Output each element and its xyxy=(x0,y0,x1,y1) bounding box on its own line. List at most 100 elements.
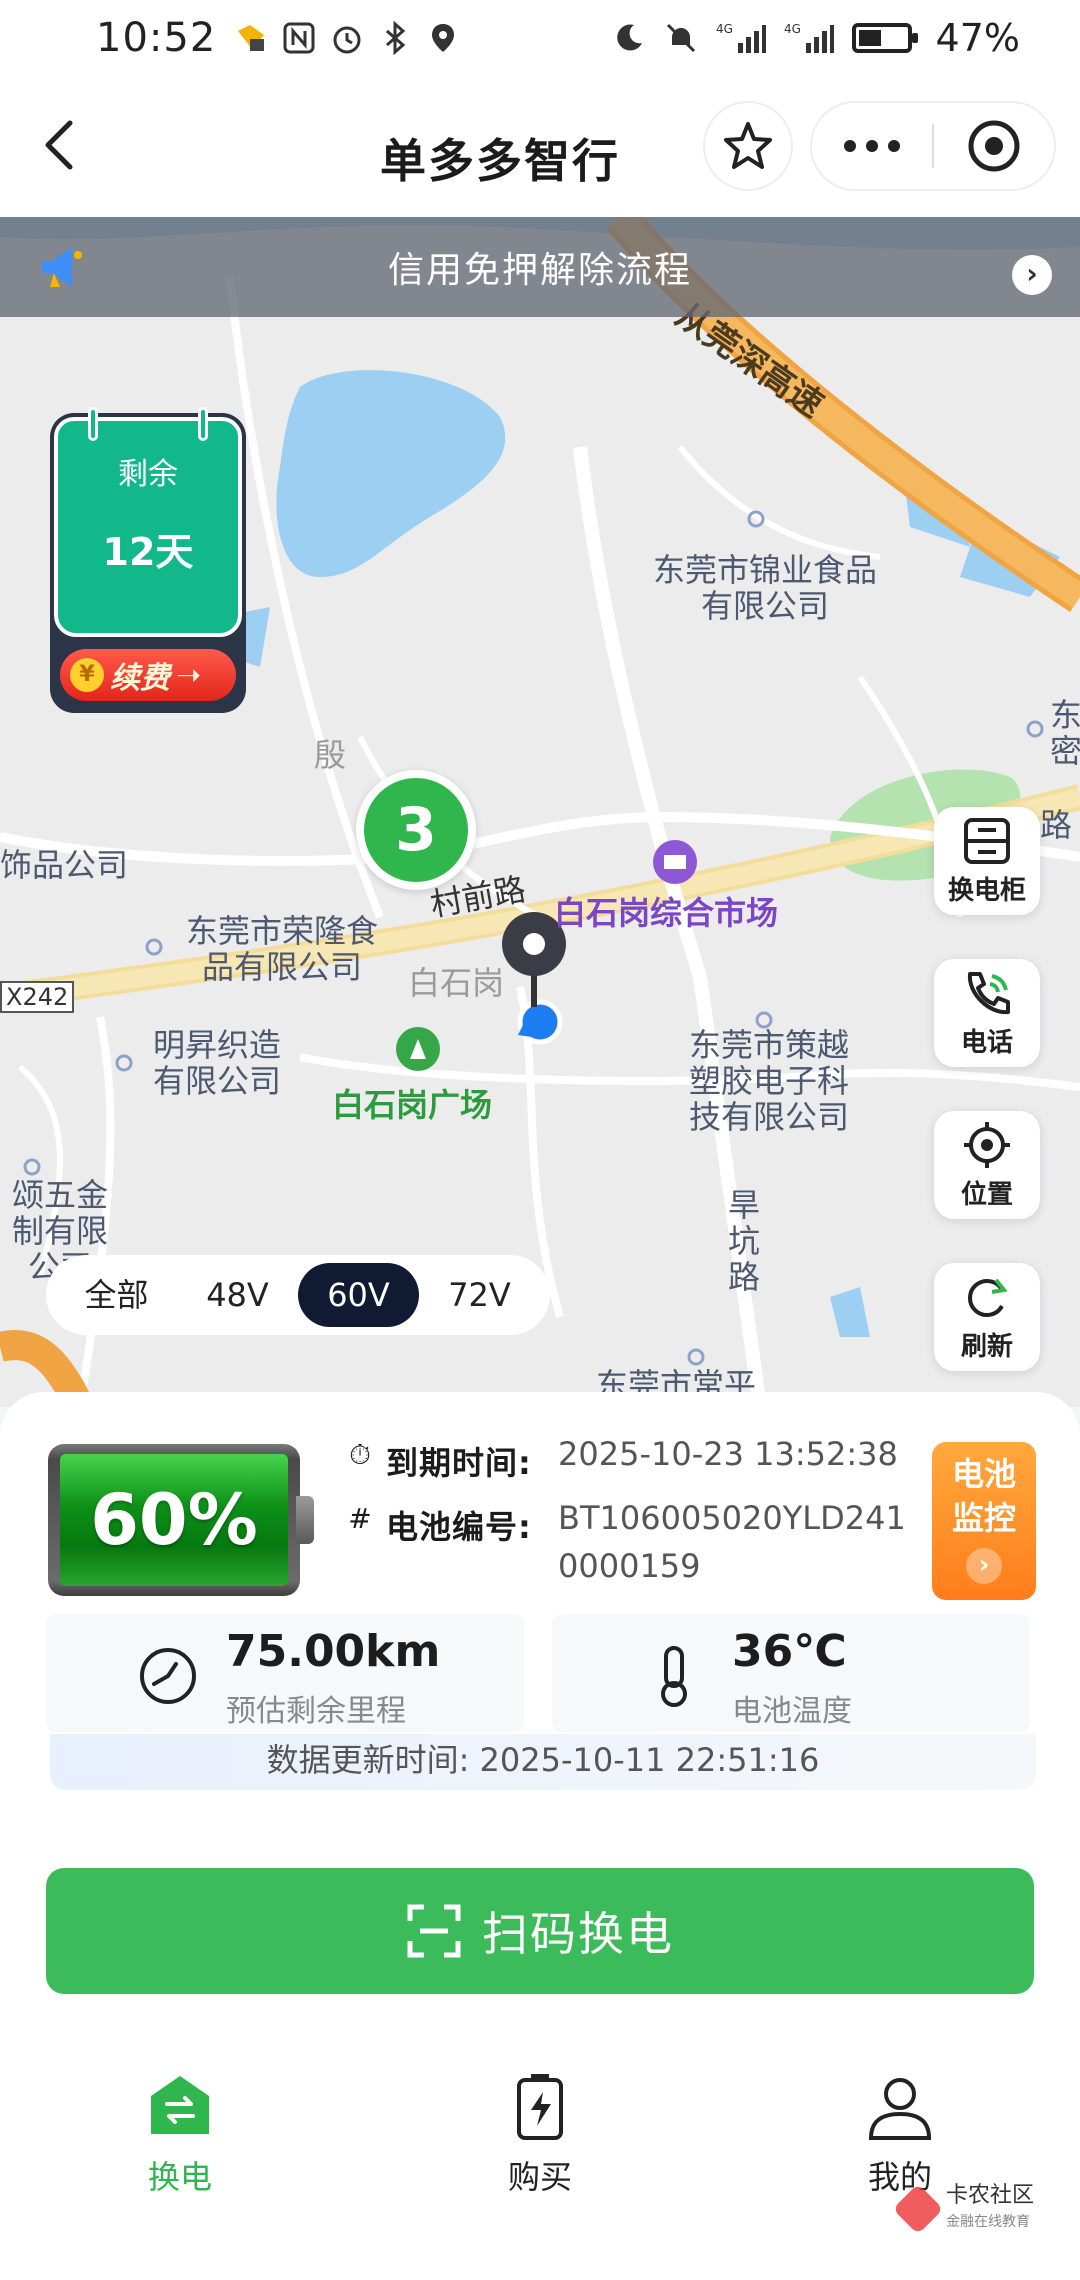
tab-buy-label: 购买 xyxy=(507,2158,572,2196)
star-icon xyxy=(724,122,772,169)
bottom-tab-bar: 换电 购买 我的 xyxy=(0,2072,1080,2280)
remaining-days-card[interactable]: 剩余 12天 ¥ 续费 ➝ xyxy=(50,407,246,713)
serial-value: BT106005020YLD2410000159 xyxy=(558,1499,906,1585)
locate-button[interactable]: 位置 xyxy=(934,1111,1040,1219)
mini-program-capsule xyxy=(810,101,1056,191)
status-right-icons: 4G 4G 47% xyxy=(612,16,1020,60)
location-pin-icon xyxy=(432,23,455,52)
arrow-icon: ➝ xyxy=(176,657,202,693)
hash-icon: # xyxy=(348,1502,372,1535)
bluetooth-icon xyxy=(386,20,406,55)
swap-icon xyxy=(151,2076,209,2134)
range-value: 75.00km xyxy=(226,1626,441,1677)
renew-button[interactable]: ¥ 续费 ➝ xyxy=(60,649,236,701)
filter-60v[interactable]: 60V xyxy=(298,1263,419,1327)
map-label-market: 白石岗综合市场 xyxy=(554,894,779,932)
battery-info-sheet: 60% ⏱ 到期时间: 2025-10-23 13:52:38 # 电池编号: … xyxy=(0,1392,1080,2280)
scan-swap-button[interactable]: 扫码换电 xyxy=(46,1868,1034,1994)
cabinet-icon xyxy=(964,817,1010,864)
calendar-icon: 剩余 12天 xyxy=(54,407,242,637)
map-label-ronglong: 东莞市荣隆食品有限公司 xyxy=(185,912,378,986)
expire-row: ⏱ 到期时间: 2025-10-23 13:52:38 xyxy=(344,1435,918,1484)
speedometer-icon xyxy=(140,1648,196,1704)
battery-percent-display: 60% xyxy=(60,1454,288,1586)
monitor-label-2: 监控 xyxy=(951,1499,1016,1537)
scan-swap-label: 扫码换电 xyxy=(482,1907,674,1961)
target-icon xyxy=(968,120,1020,172)
status-bar: 10:52 4G 4G 47% xyxy=(0,0,1080,75)
coin-icon: ¥ xyxy=(70,658,104,692)
more-icon xyxy=(844,140,900,152)
phone-label: 电话 xyxy=(960,1027,1013,1058)
mute-icon xyxy=(666,23,695,52)
svg-text:4G: 4G xyxy=(784,22,801,36)
map-label-ceyue: 东莞市策越塑胶电子科技有限公司 xyxy=(688,1026,849,1136)
alarm-icon xyxy=(333,26,361,53)
temperature-value: 36℃ xyxy=(732,1626,847,1677)
locate-label: 位置 xyxy=(960,1179,1013,1210)
battery-bolt-icon xyxy=(517,2074,563,2140)
chevron-right-icon: › xyxy=(966,1548,1002,1584)
calendar-ring-left xyxy=(88,407,98,441)
watermark-text: 卡农社区 金融在线教育 xyxy=(946,2184,1034,2234)
tab-swap[interactable]: 换电 xyxy=(100,2072,260,2198)
phone-button[interactable]: 电话 xyxy=(934,959,1040,1067)
battery-level-graphic: 60% xyxy=(48,1444,314,1596)
expire-label: 到期时间: xyxy=(386,1444,532,1482)
battery-tip xyxy=(296,1496,314,1544)
watermark-title: 卡农社区 xyxy=(946,2183,1035,2208)
data-updated-time: 数据更新时间: 2025-10-11 22:51:16 xyxy=(50,1734,1036,1790)
map-label-dong-partial: 东密 xyxy=(1050,696,1080,770)
more-button[interactable] xyxy=(812,103,932,189)
refresh-icon xyxy=(968,1278,1008,1317)
signal-icon-2: 4G xyxy=(784,22,834,53)
battery-percent: 47% xyxy=(935,15,1020,60)
filter-48v[interactable]: 48V xyxy=(177,1263,298,1327)
signal-icon: 4G xyxy=(716,22,766,53)
calendar-ring-right xyxy=(198,407,208,441)
tab-mine[interactable]: 我的 xyxy=(820,2072,980,2198)
filter-72v[interactable]: 72V xyxy=(419,1263,540,1327)
battery-body: 60% xyxy=(48,1444,300,1596)
station-cluster[interactable]: 3 xyxy=(356,770,476,890)
watermark: 卡农社区 金融在线教育 xyxy=(892,2184,1034,2235)
user-icon xyxy=(868,2078,932,2140)
notification-icon xyxy=(238,24,265,51)
map-view[interactable]: 从莞深高速 东莞市锦业食品有限公司 殷 饰品公司 村前路 白石岗综合市场 东莞市… xyxy=(0,217,1080,1407)
notice-arrow-icon[interactable]: › xyxy=(1012,255,1052,295)
notice-text: 信用免押解除流程 xyxy=(387,250,692,291)
battery-monitor-button[interactable]: 电池 监控 › xyxy=(932,1442,1036,1600)
thermometer-icon xyxy=(661,1646,687,1707)
tab-buy[interactable]: 购买 xyxy=(460,2072,620,2198)
temperature-label: 电池温度 xyxy=(732,1694,852,1729)
monitor-label-1: 电池 xyxy=(951,1455,1016,1493)
phone-icon xyxy=(967,971,1010,1014)
remaining-label: 剩余 xyxy=(118,457,178,492)
moon-icon xyxy=(616,23,642,50)
notice-banner[interactable]: 信用免押解除流程 › xyxy=(0,217,1080,317)
watermark-sub: 金融在线教育 xyxy=(946,2214,1030,2230)
map-label-baishigang: 白石岗 xyxy=(408,964,505,1002)
map-label-lu-partial: 路 xyxy=(1040,806,1073,844)
filter-all[interactable]: 全部 xyxy=(56,1263,177,1327)
map-label-shipin: 饰品公司 xyxy=(0,846,129,884)
refresh-button[interactable]: 刷新 xyxy=(934,1263,1040,1371)
nfc-icon xyxy=(283,22,315,53)
battery-icon xyxy=(851,22,918,53)
svg-text:4G: 4G xyxy=(716,22,733,36)
remaining-days: 12天 xyxy=(102,530,194,574)
close-program-button[interactable] xyxy=(934,103,1054,189)
battery-cabinet-button[interactable]: 换电柜 xyxy=(934,807,1040,915)
map-label-road-code: X242 xyxy=(0,981,75,1013)
serial-row: # 电池编号: BT106005020YLD2410000159 xyxy=(344,1499,918,1590)
status-left-icons xyxy=(234,20,460,55)
renew-label: 续费 xyxy=(110,661,170,696)
map-label-mingsheng: 明昇织造有限公司 xyxy=(152,1026,281,1100)
serial-label: 电池编号: xyxy=(386,1508,532,1546)
favorite-button[interactable] xyxy=(703,101,793,191)
map-label-jinye: 东莞市锦业食品有限公司 xyxy=(652,551,877,625)
stopwatch-icon: ⏱ xyxy=(349,1438,371,1471)
map-label-hankeng: 旱坑路 xyxy=(727,1186,760,1296)
range-card: 75.00km 预估剩余里程 xyxy=(46,1614,524,1732)
range-label: 预估剩余里程 xyxy=(226,1694,406,1729)
